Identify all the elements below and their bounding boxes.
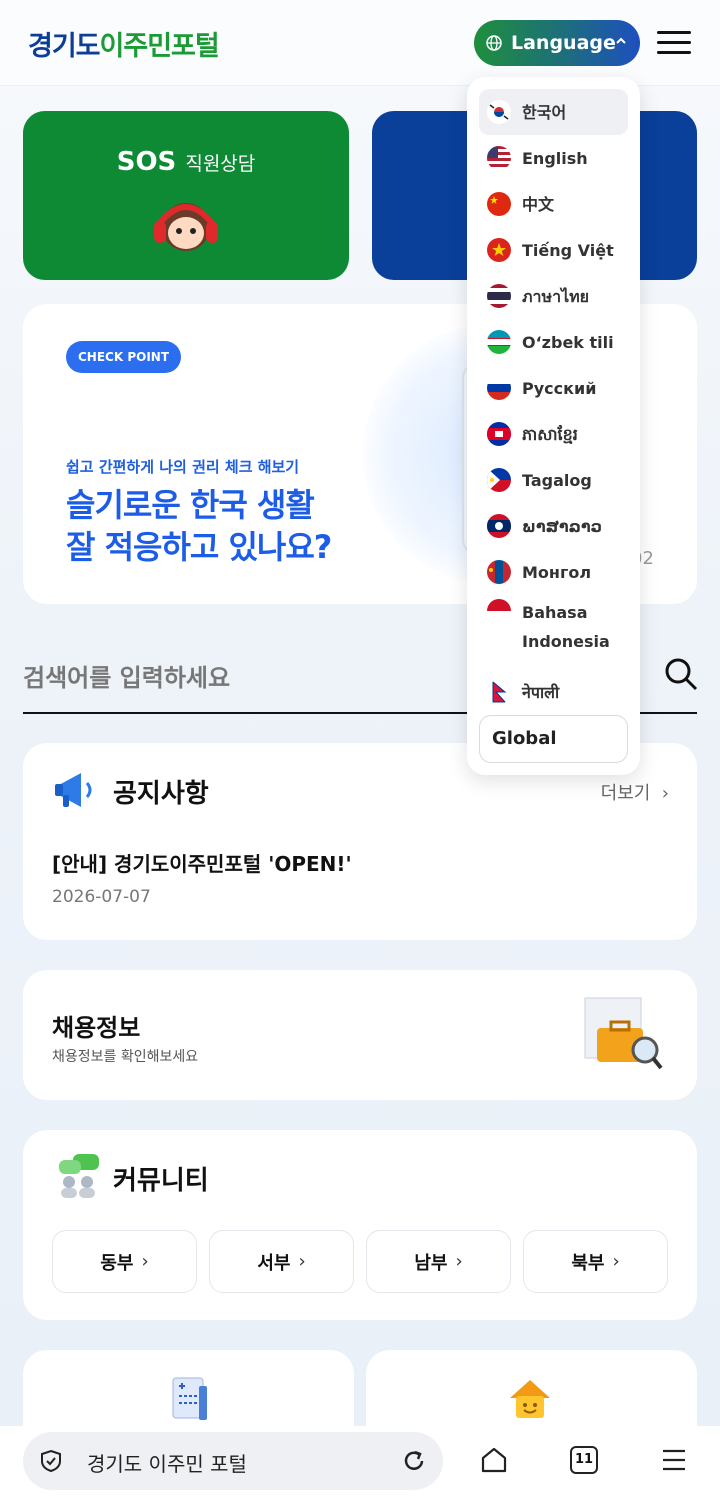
region-south-button[interactable]: 남부 › — [366, 1230, 511, 1293]
banner-headline: 슬기로운 한국 생활 잘 적응하고 있나요? — [66, 486, 332, 566]
reload-icon[interactable] — [401, 1448, 427, 1474]
document-icon — [172, 1377, 207, 1420]
address-bar[interactable]: 경기도 이주민 포털 — [23, 1432, 443, 1490]
language-label: Language — [511, 32, 616, 54]
menu-icon[interactable] — [657, 31, 691, 55]
flag-nepal-icon — [487, 680, 511, 704]
tab-count: 11 — [574, 1452, 594, 1467]
flag-mongolia-icon — [487, 560, 511, 584]
flag-thailand-icon — [487, 284, 511, 308]
globe-icon — [486, 35, 502, 51]
notice-title: 공지사항 — [113, 779, 209, 809]
chevron-up-icon — [616, 37, 626, 44]
lang-russian[interactable]: Русский — [479, 365, 628, 411]
top-header: 경기도이주민포털 Language — [0, 0, 720, 86]
community-panel: 커뮤니티 동부 › 서부 › 남부 › 북부 › — [23, 1130, 697, 1320]
shield-check-icon — [41, 1449, 61, 1473]
lang-lao[interactable]: ພາສາລາວ — [479, 503, 628, 549]
region-west-button[interactable]: 서부 › — [209, 1230, 354, 1293]
tabs-button[interactable]: 11 — [570, 1446, 598, 1474]
flag-philippines-icon — [487, 468, 511, 492]
lang-thai[interactable]: ภาษาไทย — [479, 273, 628, 319]
megaphone-icon — [55, 773, 92, 807]
flag-korea-icon — [487, 100, 511, 124]
jobs-title: 채용정보 — [52, 1014, 141, 1042]
region-buttons: 동부 › 서부 › 남부 › 북부 › — [52, 1230, 668, 1293]
check-point-badge: CHECK POINT — [66, 341, 182, 373]
flag-russia-icon — [487, 376, 511, 400]
region-east-button[interactable]: 동부 › — [52, 1230, 197, 1293]
flag-china-icon — [487, 192, 511, 216]
chat-people-icon — [59, 1154, 99, 1198]
lang-chinese[interactable]: 中文 — [479, 181, 628, 227]
lang-uzbek[interactable]: O‘zbek tili — [479, 319, 628, 365]
home-icon[interactable] — [480, 1446, 508, 1474]
search-input[interactable]: 검색어를 입력하세요 — [23, 658, 230, 693]
language-dropdown: 한국어 English 中文 Tiếng Việt ภาษาไทย O‘zbek… — [467, 77, 640, 775]
site-logo[interactable]: 경기도이주민포털 — [28, 24, 220, 63]
briefcase-search-icon — [584, 997, 663, 1070]
global-button[interactable]: Global — [479, 715, 628, 763]
notice-more-link[interactable]: 더보기 › — [601, 779, 669, 805]
jobs-panel[interactable]: 채용정보 채용정보를 확인해보세요 — [23, 970, 697, 1100]
notice-item[interactable]: [안내] 경기도이주민포털 'OPEN!' — [52, 848, 352, 877]
url-text: 경기도 이주민 포털 — [87, 1452, 247, 1476]
flag-laos-icon — [487, 514, 511, 538]
browser-menu-icon[interactable] — [660, 1446, 688, 1474]
lang-tagalog[interactable]: Tagalog — [479, 457, 628, 503]
flag-usa-icon — [487, 146, 511, 170]
sos-card[interactable]: SOS 직원상담 — [23, 111, 349, 280]
headset-mascot-icon — [154, 203, 218, 251]
lang-khmer[interactable]: ភាសាខ្មែរ — [479, 411, 628, 457]
flag-uzbekistan-icon — [487, 330, 511, 354]
lang-korean[interactable]: 한국어 — [479, 89, 628, 135]
flag-vietnam-icon — [487, 238, 511, 262]
jobs-description: 채용정보를 확인해보세요 — [52, 1049, 199, 1065]
community-title: 커뮤니티 — [113, 1166, 209, 1196]
notice-date: 2026-07-07 — [52, 887, 151, 907]
lang-english[interactable]: English — [479, 135, 628, 181]
sos-title: SOS 직원상담 — [116, 147, 256, 177]
browser-bottom-bar: 경기도 이주민 포털 11 — [0, 1426, 720, 1496]
lang-indonesian[interactable]: Bahasa Indonesia — [479, 595, 628, 659]
flag-indonesia-icon — [487, 599, 511, 623]
lang-vietnamese[interactable]: Tiếng Việt — [479, 227, 628, 273]
house-icon — [510, 1380, 550, 1418]
flag-cambodia-icon — [487, 422, 511, 446]
lang-mongolian[interactable]: Монгол — [479, 549, 628, 595]
search-icon[interactable] — [663, 656, 699, 692]
region-north-button[interactable]: 북부 › — [523, 1230, 668, 1293]
language-button[interactable]: Language — [474, 20, 640, 66]
lang-nepali[interactable]: नेपाली — [479, 669, 628, 715]
banner-subtitle: 쉽고 간편하게 나의 권리 체크 해보기 — [66, 458, 300, 476]
